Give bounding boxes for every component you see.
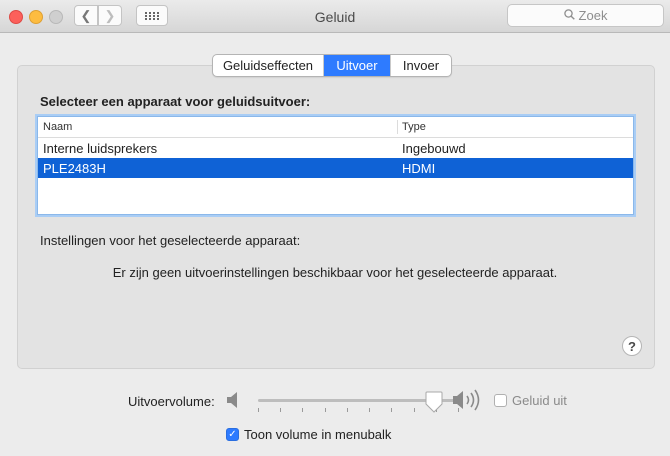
volume-slider-thumb[interactable] xyxy=(425,391,443,416)
device-name: PLE2483H xyxy=(43,161,106,176)
slider-tick xyxy=(413,408,415,412)
output-panel xyxy=(17,65,655,369)
slider-tick xyxy=(324,408,326,412)
search-icon xyxy=(563,8,575,23)
tab-invoer[interactable]: Invoer xyxy=(391,55,451,76)
segmented-tabs: Geluidseffecten Uitvoer Invoer xyxy=(212,54,452,77)
device-name: Interne luidsprekers xyxy=(43,141,158,156)
search-placeholder: Zoek xyxy=(578,8,608,23)
show-in-menubar-label: Toon volume in menubalk xyxy=(244,427,392,442)
column-header-type[interactable]: Type xyxy=(402,121,426,133)
slider-tick xyxy=(369,408,371,412)
show-in-menubar-checkbox[interactable]: ✓ xyxy=(226,428,239,441)
device-settings-label: Instellingen voor het geselecteerde appa… xyxy=(40,233,301,248)
checkmark-icon: ✓ xyxy=(228,429,237,440)
mute-checkbox[interactable] xyxy=(494,394,507,407)
column-header-name[interactable]: Naam xyxy=(43,121,72,133)
slider-tick xyxy=(258,408,259,412)
table-row[interactable]: Interne luidsprekers Ingebouwd xyxy=(38,138,633,158)
speaker-high-icon xyxy=(452,387,484,416)
title-bar: ❮ ❯ Geluid Zoek xyxy=(0,0,670,33)
no-settings-message: Er zijn geen uitvoerinstellingen beschik… xyxy=(112,265,558,280)
slider-tick xyxy=(302,408,304,412)
help-button[interactable]: ? xyxy=(622,336,642,356)
slider-tick xyxy=(391,408,393,412)
table-header: Naam Type xyxy=(38,117,633,138)
device-table[interactable]: Naam Type Interne luidsprekers Ingebouwd… xyxy=(37,116,634,215)
question-mark-icon: ? xyxy=(628,338,636,354)
slider-tick xyxy=(280,408,282,412)
tab-geluidseffecten[interactable]: Geluidseffecten xyxy=(213,55,324,76)
speaker-low-icon xyxy=(226,390,240,413)
device-type: Ingebouwd xyxy=(402,141,466,156)
tab-uitvoer[interactable]: Uitvoer xyxy=(324,55,391,76)
device-type: HDMI xyxy=(402,161,436,176)
search-field[interactable]: Zoek xyxy=(507,4,664,27)
volume-label: Uitvoervolume: xyxy=(128,394,215,409)
table-row-selected[interactable]: PLE2483H HDMI xyxy=(38,158,633,178)
mute-label: Geluid uit xyxy=(512,393,567,408)
slider-tick xyxy=(346,408,348,412)
device-list-heading: Selecteer een apparaat voor geluidsuitvo… xyxy=(40,94,311,109)
column-divider xyxy=(397,120,398,134)
